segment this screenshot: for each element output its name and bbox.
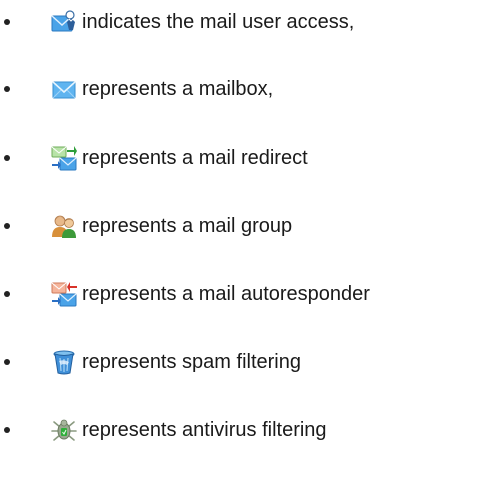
bullet-dot	[4, 359, 10, 365]
legend-item-text: indicates the mail user access,	[82, 11, 355, 33]
bullet-dot	[4, 86, 10, 92]
mail-redirect-icon	[50, 144, 78, 172]
legend-item-text: represents antivirus filtering	[82, 419, 327, 441]
antivirus-bug-icon	[50, 416, 78, 444]
bullet-dot	[4, 223, 10, 229]
legend-item-mail-user-access: indicates the mail user access,	[0, 4, 489, 40]
legend-item-text: represents spam filtering	[82, 351, 301, 373]
legend-item-text: represents a mail redirect	[82, 147, 308, 169]
legend-item-text: represents a mail group	[82, 215, 293, 237]
mail-group-icon	[50, 212, 78, 240]
bullet-dot	[4, 155, 10, 161]
legend-item-mail-redirect: represents a mail redirect	[0, 140, 489, 176]
legend-item-spam-filtering: represents spam filtering	[0, 344, 489, 380]
legend-item-mailbox: represents a mailbox,	[0, 71, 489, 107]
bullet-dot	[4, 19, 10, 25]
mailbox-envelope-icon	[50, 75, 78, 103]
legend-item-text: represents a mailbox,	[82, 78, 274, 100]
mail-user-access-icon	[50, 8, 78, 36]
spam-filter-trash-icon	[50, 348, 78, 376]
mail-autoresponder-icon	[50, 280, 78, 308]
legend-item-mail-group: represents a mail group	[0, 208, 489, 244]
bullet-dot	[4, 427, 10, 433]
bullet-dot	[4, 291, 10, 297]
legend-item-antivirus-filtering: represents antivirus filtering	[0, 412, 489, 448]
legend-item-mail-autoresponder: represents a mail autoresponder	[0, 276, 489, 312]
legend-item-text: represents a mail autoresponder	[82, 283, 370, 305]
